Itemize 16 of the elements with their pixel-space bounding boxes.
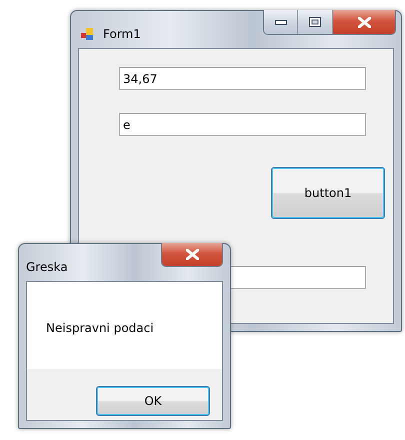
button[interactable]: button1 xyxy=(271,167,385,219)
window-title: Form1 xyxy=(103,27,141,41)
maximize-icon xyxy=(309,17,321,27)
dialog-title: Greska xyxy=(26,260,68,274)
text-field[interactable]: 34,67 xyxy=(119,67,366,90)
close-button[interactable] xyxy=(162,243,222,266)
minimize-button[interactable] xyxy=(264,10,298,34)
text-field[interactable]: e xyxy=(119,113,366,136)
error-message: Neispravni podaci xyxy=(46,321,154,335)
close-icon xyxy=(186,249,198,260)
minimize-icon xyxy=(274,20,286,24)
maximize-button[interactable] xyxy=(298,10,333,34)
close-icon xyxy=(358,16,370,28)
close-button[interactable] xyxy=(333,10,395,34)
ok-button[interactable]: OK xyxy=(96,386,210,416)
app-icon xyxy=(81,27,95,41)
